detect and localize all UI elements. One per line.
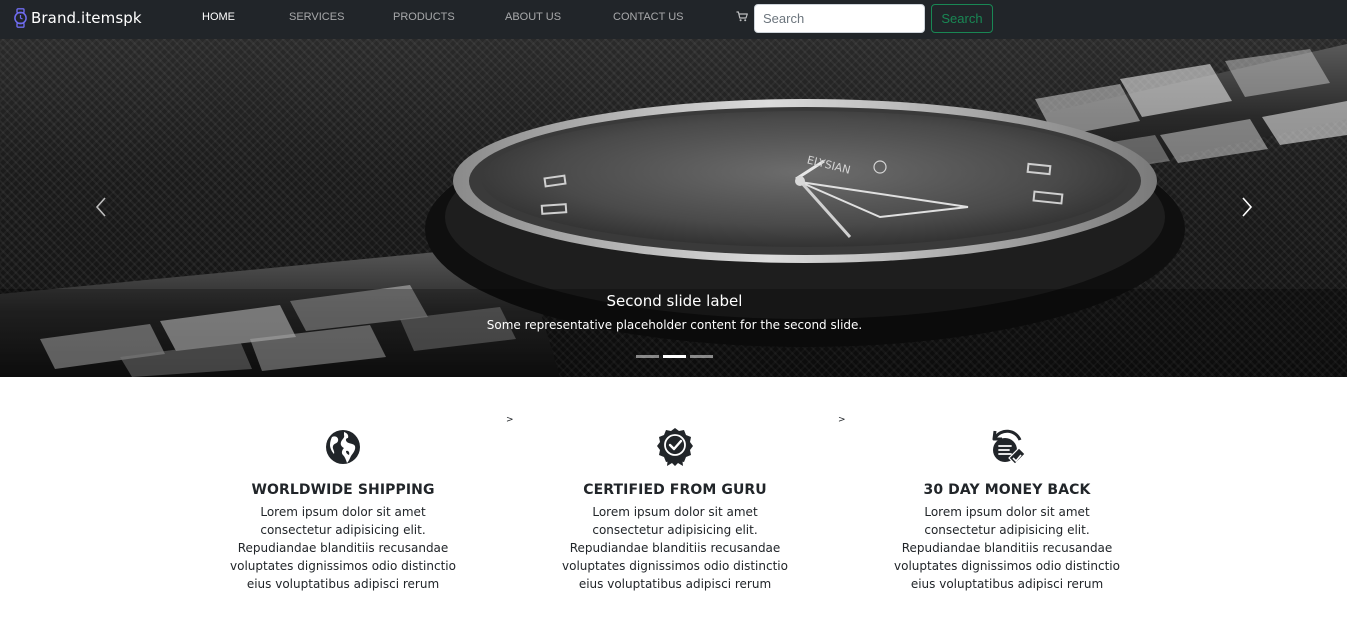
carousel-prev-button[interactable] [88,189,114,225]
carousel-caption-text: Some representative placeholder content … [486,318,863,332]
nav-link-services[interactable]: SERVICES [289,11,344,23]
carousel-indicator-1[interactable] [636,355,659,358]
hero-carousel: ELYSIAN Second slide label Some represen… [0,39,1347,377]
feature-description: Lorem ipsum dolor sit amet consectetur a… [894,505,1120,591]
feature-description: Lorem ipsum dolor sit amet consectetur a… [230,505,456,591]
navbar: Brand.itemspk HOME SERVICES PRODUCTS ABO… [0,0,1347,39]
chevron-right-icon [1242,197,1253,217]
feature-title: CERTIFIED FROM GURU [583,482,767,498]
separator-chevron: > [838,415,846,425]
carousel-caption-title: Second slide label [606,292,743,310]
feature-description: Lorem ipsum dolor sit amet consectetur a… [562,505,788,591]
brand-name: Brand.itemspk [31,9,142,27]
feature-certified-from-guru: CERTIFIED FROM GURU Lorem ipsum dolor si… [560,426,790,593]
carousel-indicator-2[interactable] [663,355,686,358]
carousel-indicator-3[interactable] [690,355,713,358]
feature-worldwide-shipping: WORLDWIDE SHIPPING Lorem ipsum dolor sit… [228,426,458,593]
carousel-indicators [636,355,713,358]
feature-title: 30 DAY MONEY BACK [923,482,1091,498]
globe-icon [326,430,360,464]
separator-chevron: > [506,415,514,425]
certified-badge-icon [657,428,693,466]
carousel-next-button[interactable] [1234,189,1260,225]
money-back-icon [992,429,1026,465]
nav-link-products[interactable]: PRODUCTS [393,11,455,23]
nav-link-about-us[interactable]: ABOUT US [505,11,561,23]
search-button[interactable]: Search [931,4,993,33]
cart-icon[interactable] [736,11,748,22]
feature-title: WORLDWIDE SHIPPING [251,482,435,498]
watch-icon [14,8,27,28]
feature-30-day-money-back: 30 DAY MONEY BACK Lorem ipsum dolor sit … [892,426,1122,593]
nav-link-contact-us[interactable]: CONTACT US [613,11,684,23]
chevron-left-icon [95,197,106,217]
nav-link-home[interactable]: HOME [202,11,235,23]
search-input[interactable] [754,4,925,33]
brand-link[interactable]: Brand.itemspk [13,7,142,29]
